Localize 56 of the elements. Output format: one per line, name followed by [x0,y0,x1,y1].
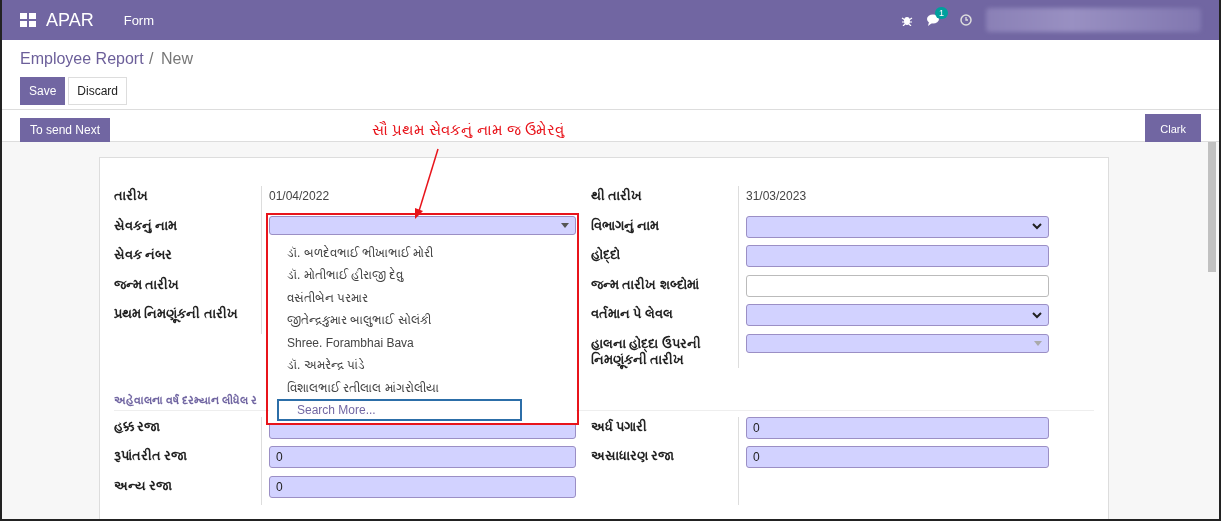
breadcrumb-current: New [161,50,193,67]
field-label: હાલના હોદ્દા ઉપરની નિમણૂંકની તારીખ [591,334,702,368]
clark-button[interactable]: Clark [1145,114,1201,144]
breadcrumb-separator: / [149,50,154,67]
breadcrumb-link[interactable]: Employee Report [20,50,144,67]
caret-icon [1034,340,1042,346]
dropdown-option[interactable]: ડૉ. મોતીભાઈ હીરાજી દેવુ [269,264,576,287]
dropdown-option[interactable]: વસંતીબેન પરમાર [269,286,576,309]
field-value: 01/04/2022 [269,189,330,203]
clock-icon[interactable] [960,14,972,26]
field-label: જન્મ તારીખ શબ્દોમાં [591,275,700,294]
dropdown-option[interactable]: Shree. Forambhai Bava [269,331,576,354]
select-field[interactable] [746,304,1049,326]
number-field[interactable]: 0 [269,475,576,498]
field-label: અર્ધ પગારી [591,417,649,436]
send-next-button[interactable]: To send Next [20,117,111,142]
field-label: વર્તમાન પે લેવલ [591,304,674,323]
app-name[interactable]: APAR [46,9,94,31]
annotation-text: સૌ પ્રથમ સેવકનું નામ જ ઉમેરવું [372,120,564,139]
field-label: હોદ્દો [591,245,621,266]
chevron-down-icon [1032,311,1042,319]
field-label: રૂપાંતરીત રજા [114,446,189,465]
bug-icon[interactable] [901,14,913,26]
number-field[interactable]: 0 [269,446,576,468]
field-label: સેવક નંબર [114,245,174,264]
field-value: 31/03/2023 [746,189,807,203]
number-field[interactable]: 0 [746,446,1049,468]
caret-icon [561,222,569,228]
field-label: પ્રથમ નિમણૂંકની તારીખ [114,304,261,334]
field-value: 0 [276,450,283,464]
field-label: સેવકનું નામ [114,216,179,236]
scrollbar[interactable] [1208,142,1216,272]
input-field[interactable] [746,274,1049,297]
search-more-option[interactable]: Search More... [277,399,522,421]
discard-button[interactable]: Discard [68,77,128,105]
apps-grid-icon[interactable] [20,13,36,27]
dropdown-option[interactable]: ડૉ. બળદેવભાઈ ભીખાભાઈ મોરી [269,241,576,264]
field-value: 0 [276,479,283,494]
field-label: વિભાગનું નામ [591,216,661,236]
number-field[interactable]: 0 [746,416,1049,439]
field-label: અસાધારણ રજા [591,448,676,465]
dropdown-option[interactable]: જીતેન્દ્રકુમાર બાલુભાઈ સોલંકી [269,309,576,332]
field-label: જન્મ તારીખ [114,275,181,294]
save-button[interactable]: Save [20,77,66,105]
select-field[interactable] [746,215,1049,238]
menu-item[interactable]: Form [123,12,155,28]
field-label: હક્ક રજા [114,418,162,436]
notification-badge: 1 [935,7,948,19]
field-label: થી તારીખ [591,186,644,205]
field-label: અન્ય રજા [114,477,174,495]
input-field[interactable] [746,245,1049,267]
chat-icon[interactable] [927,14,942,26]
field-label: તારીખ [114,186,149,205]
dropdown-option[interactable]: વિશાલભાઈ રતીલાલ માંગરોલીયા [269,376,576,399]
chevron-down-icon [1032,223,1042,230]
dropdown-option[interactable]: ડૉ. અમરેન્દ્ર પાંડે [269,354,576,377]
